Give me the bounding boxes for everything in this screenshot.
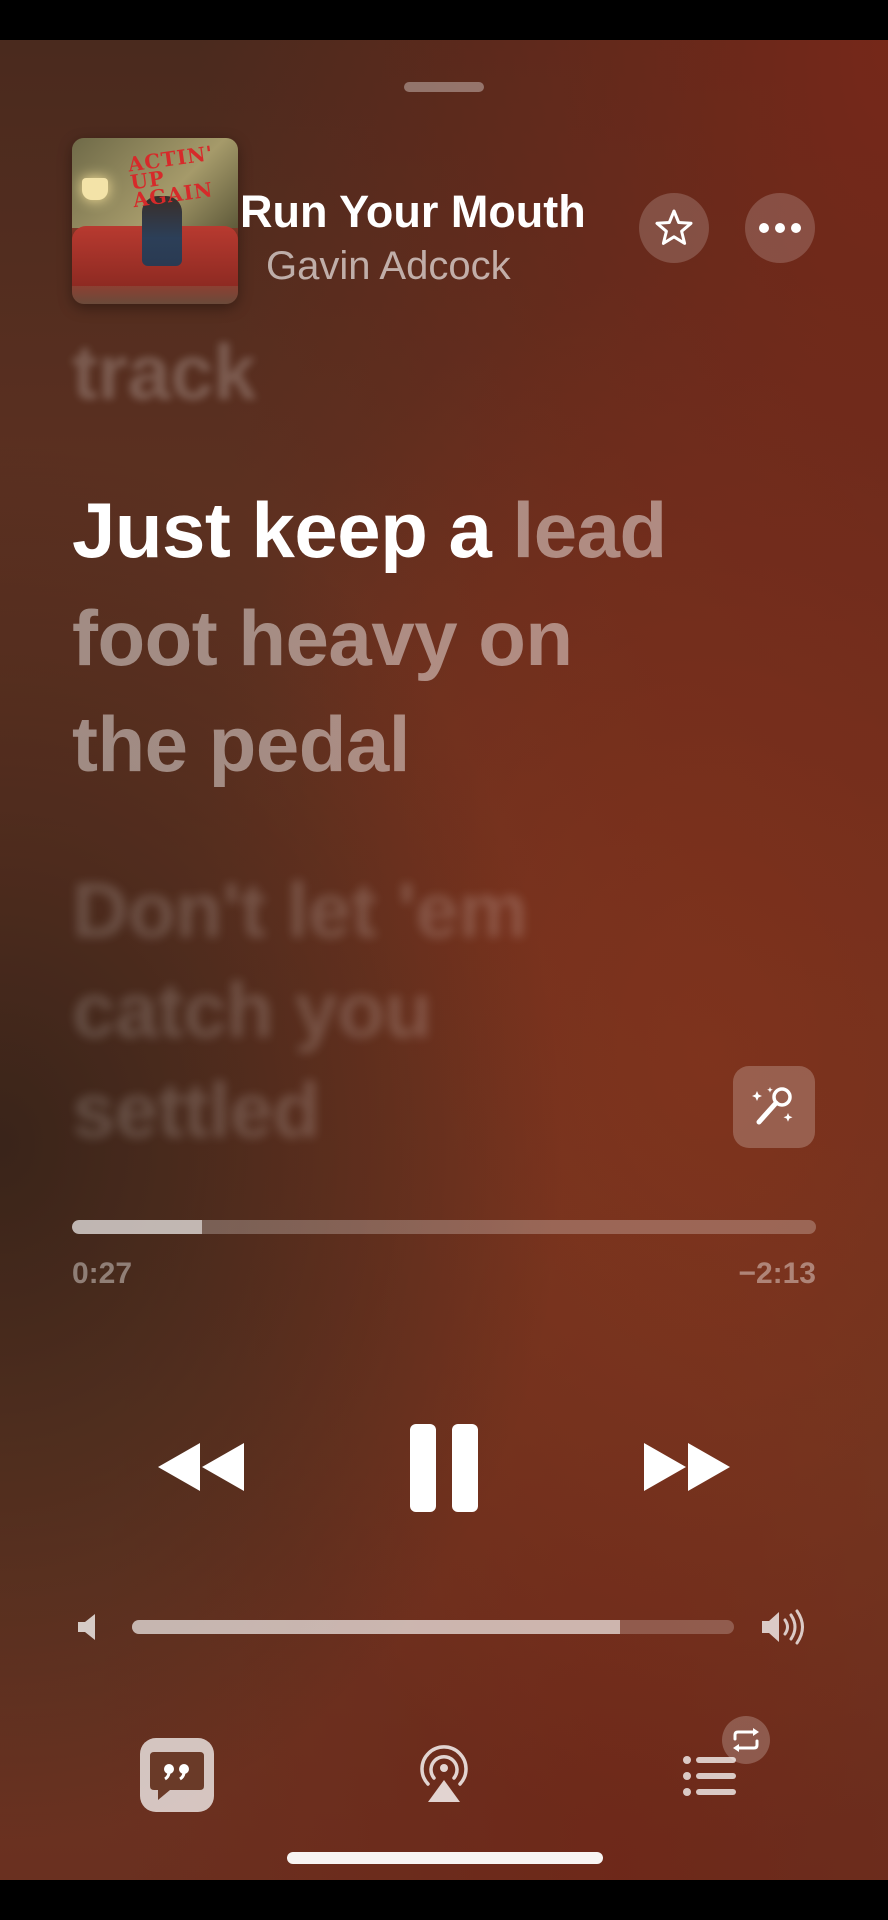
volume-slider[interactable] — [132, 1620, 734, 1634]
time-elapsed: 0:27 — [72, 1257, 133, 1290]
repeat-toggle[interactable] — [722, 1716, 770, 1764]
ellipsis-icon — [759, 223, 801, 233]
pause-icon — [410, 1424, 478, 1512]
song-title[interactable]: Run Your Mouth — [240, 182, 586, 242]
lyric-sung-part: Just keep a — [72, 486, 492, 574]
queue-list-icon — [683, 1756, 736, 1796]
favorite-button[interactable] — [639, 193, 709, 263]
rewind-icon — [158, 1443, 244, 1491]
star-icon — [655, 209, 693, 245]
artwork-lamp — [82, 178, 108, 200]
lyric-line-next[interactable]: settled — [72, 1058, 320, 1162]
lyric-line-active-3[interactable]: the pedal — [72, 692, 410, 796]
fast-forward-icon — [644, 1443, 730, 1491]
time-remaining: −2:13 — [738, 1257, 816, 1290]
lyric-line-next[interactable]: Don't let 'em — [72, 858, 528, 962]
speaker-low-icon[interactable] — [76, 1612, 102, 1642]
more-button[interactable] — [745, 193, 815, 263]
playback-scrubber[interactable] — [72, 1220, 816, 1234]
forward-button[interactable] — [638, 1432, 738, 1502]
lyric-line-active-2[interactable]: foot heavy on — [72, 586, 573, 690]
quote-bubble-icon — [150, 1752, 204, 1800]
home-indicator[interactable] — [287, 1852, 603, 1864]
microphone-sparkles-icon — [752, 1087, 793, 1125]
lyric-line-next[interactable]: catch you — [72, 958, 432, 1062]
now-playing-screen: ACTIN' UP AGAIN Run Your Mouth Gavin Adc… — [0, 40, 888, 1880]
lyric-line-active[interactable]: Just keep a lead — [72, 478, 667, 582]
now-playing-header: ACTIN' UP AGAIN Run Your Mouth Gavin Adc… — [0, 40, 888, 340]
volume-level-fill — [132, 1620, 620, 1634]
song-artist[interactable]: Gavin Adcock — [266, 241, 511, 291]
sing-along-button[interactable] — [733, 1066, 815, 1148]
rewind-button[interactable] — [150, 1432, 250, 1502]
airplay-button[interactable] — [416, 1740, 472, 1812]
playback-progress-fill — [72, 1220, 203, 1234]
airplay-icon — [420, 1745, 468, 1802]
lyric-unsung-part: lead — [491, 486, 668, 574]
speaker-high-icon[interactable] — [760, 1608, 810, 1646]
lyric-line-previous[interactable]: track — [72, 320, 256, 424]
pause-button[interactable] — [400, 1420, 488, 1516]
lyrics-button[interactable] — [140, 1738, 214, 1812]
repeat-icon — [733, 1728, 759, 1752]
album-artwork[interactable]: ACTIN' UP AGAIN — [72, 138, 238, 304]
